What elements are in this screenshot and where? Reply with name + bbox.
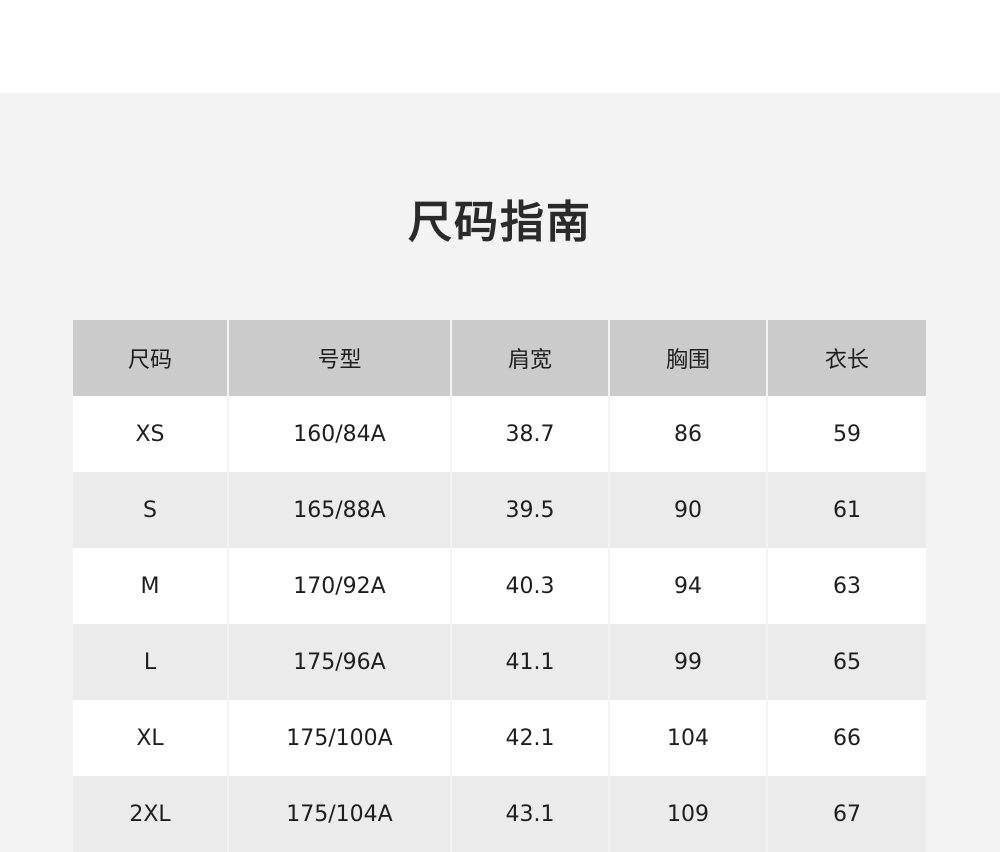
cell-model: 175/104A xyxy=(227,776,451,852)
cell-shoulder: 43.1 xyxy=(450,776,609,852)
cell-chest: 104 xyxy=(608,700,767,776)
size-guide-panel: 尺码指南 尺码 号型 肩宽 胸围 衣长 XS 160/84A 38.7 86 5… xyxy=(0,93,1000,852)
cell-length: 66 xyxy=(766,700,926,776)
cell-chest: 109 xyxy=(608,776,767,852)
cell-length: 59 xyxy=(766,396,926,472)
table-row: M 170/92A 40.3 94 63 xyxy=(73,548,926,624)
cell-size: S xyxy=(73,472,228,548)
cell-size: XS xyxy=(73,396,228,472)
header-row: 尺码 号型 肩宽 胸围 衣长 xyxy=(73,320,926,396)
page-title: 尺码指南 xyxy=(408,197,592,248)
cell-model: 165/88A xyxy=(227,472,451,548)
cell-shoulder: 39.5 xyxy=(450,472,609,548)
cell-size: M xyxy=(73,548,228,624)
cell-model: 175/100A xyxy=(227,700,451,776)
cell-length: 65 xyxy=(766,624,926,700)
table-row: L 175/96A 41.1 99 65 xyxy=(73,624,926,700)
table-row: XL 175/100A 42.1 104 66 xyxy=(73,700,926,776)
header-length: 衣长 xyxy=(766,320,926,396)
table-body: XS 160/84A 38.7 86 59 S 165/88A 39.5 90 … xyxy=(73,396,926,852)
cell-shoulder: 40.3 xyxy=(450,548,609,624)
cell-size: L xyxy=(73,624,228,700)
size-table: 尺码 号型 肩宽 胸围 衣长 XS 160/84A 38.7 86 59 S 1… xyxy=(73,320,926,852)
cell-shoulder: 38.7 xyxy=(450,396,609,472)
header-shoulder: 肩宽 xyxy=(450,320,609,396)
cell-length: 63 xyxy=(766,548,926,624)
cell-model: 175/96A xyxy=(227,624,451,700)
header-size: 尺码 xyxy=(73,320,228,396)
cell-size: XL xyxy=(73,700,228,776)
top-blank-band xyxy=(0,0,1000,93)
cell-chest: 99 xyxy=(608,624,767,700)
cell-length: 61 xyxy=(766,472,926,548)
cell-model: 170/92A xyxy=(227,548,451,624)
header-chest: 胸围 xyxy=(608,320,767,396)
cell-chest: 90 xyxy=(608,472,767,548)
cell-length: 67 xyxy=(766,776,926,852)
cell-size: 2XL xyxy=(73,776,228,852)
table-row: S 165/88A 39.5 90 61 xyxy=(73,472,926,548)
table-row: XS 160/84A 38.7 86 59 xyxy=(73,396,926,472)
cell-chest: 94 xyxy=(608,548,767,624)
cell-shoulder: 41.1 xyxy=(450,624,609,700)
cell-shoulder: 42.1 xyxy=(450,700,609,776)
cell-chest: 86 xyxy=(608,396,767,472)
cell-model: 160/84A xyxy=(227,396,451,472)
header-model: 号型 xyxy=(227,320,451,396)
table-row: 2XL 175/104A 43.1 109 67 xyxy=(73,776,926,852)
table-header: 尺码 号型 肩宽 胸围 衣长 xyxy=(73,320,926,396)
